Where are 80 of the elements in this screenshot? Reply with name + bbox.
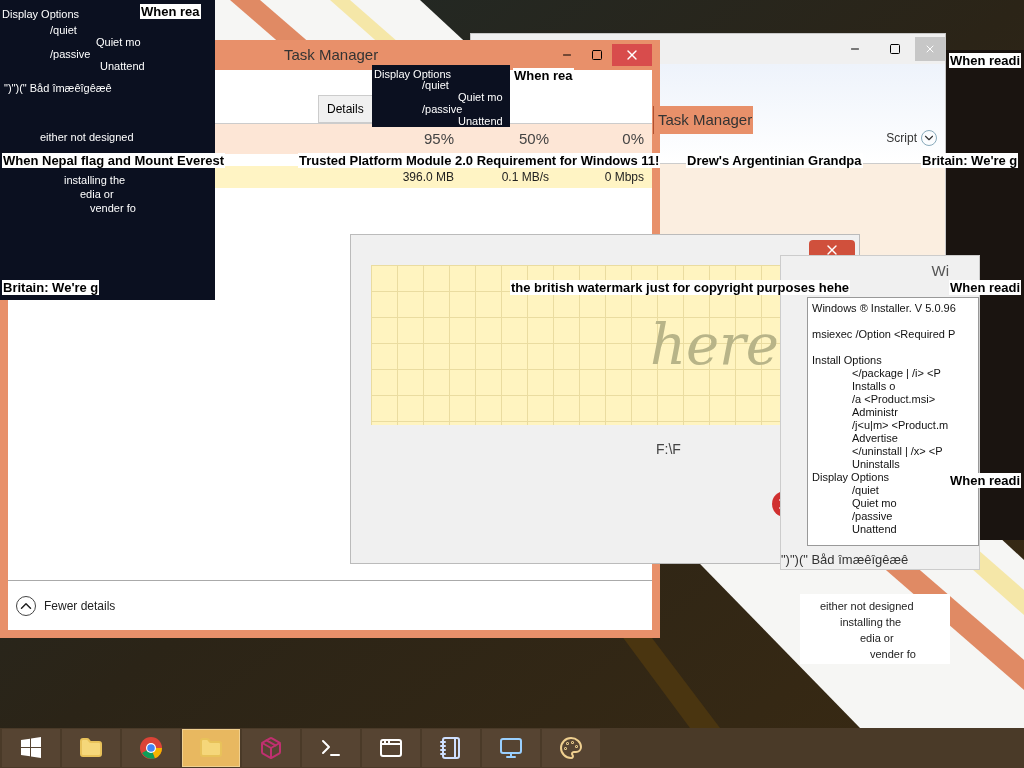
- garbled-text: ")")(" Båd îmæêîgêæê: [781, 550, 910, 569]
- palette-icon: [559, 736, 583, 760]
- window-title: Task Manager: [284, 44, 379, 65]
- glitch-text: /quiet: [50, 23, 77, 38]
- glitch-text: Display Options: [2, 7, 80, 22]
- glitch-text: installing the: [64, 173, 126, 188]
- glitch-text: edia or: [80, 187, 114, 202]
- glitch-text: vender fo: [90, 201, 136, 216]
- browser-icon: [139, 736, 163, 760]
- archive-icon: [259, 736, 283, 760]
- monitor-icon: [499, 736, 523, 760]
- help-line: Uninstalls: [851, 457, 900, 471]
- help-line: Install Options: [812, 353, 882, 367]
- glitch-text: /passive: [422, 103, 463, 117]
- glitch-text: Unattend: [458, 115, 503, 129]
- caption-text: When readi: [949, 473, 1022, 488]
- taskbar-button[interactable]: [362, 729, 420, 767]
- caption-text: Trusted Platform Module 2.0 Requirement for Windows 11!: [298, 153, 661, 168]
- taskbar-button[interactable]: [482, 729, 540, 767]
- column-header: 0%: [621, 128, 644, 149]
- title-strip: Task Manager: [653, 106, 753, 134]
- maximize-icon: [591, 49, 603, 61]
- help-line: Unattend: [851, 522, 897, 536]
- caption-text: When rea: [140, 4, 201, 19]
- caption-text: Drew's Argentinian Grandpa: [686, 153, 863, 168]
- maximize-icon: [889, 43, 901, 55]
- help-line: /quiet: [851, 483, 879, 497]
- table-cell-text: 0 Mbps: [603, 169, 644, 186]
- glitch-text: /quiet: [422, 79, 449, 93]
- glitch-text: ")")(" Båd îmæêîgêæê: [4, 81, 112, 96]
- taskbar-button[interactable]: [422, 729, 480, 767]
- glitch-text: Unattend: [100, 59, 145, 74]
- windows-logo-icon: [19, 736, 43, 760]
- help-line: Administr: [851, 405, 898, 419]
- help-line: Installs o: [851, 379, 896, 393]
- caption-text: When Nepal flag and Mount Everest: [2, 153, 226, 168]
- glitch-text: Quiet mo: [458, 90, 503, 105]
- caption-text: When readi: [949, 280, 1022, 295]
- help-line: msiexec /Option <Required P: [812, 327, 956, 341]
- close-icon: [924, 43, 936, 55]
- glitch-text: /passive: [50, 47, 91, 62]
- table-cell-text: 396.0 MB: [401, 169, 454, 186]
- table-cell-text: 0.1 MB/s: [500, 169, 549, 186]
- glitch-text: Display Options: [374, 67, 452, 82]
- help-line: </uninstall | /x> <P: [851, 444, 943, 458]
- caption-text: Britain: We're g: [921, 153, 1019, 168]
- caption-text: When rea: [513, 68, 574, 83]
- caption-text: Britain: We're g: [2, 280, 100, 295]
- glitch-text: edia or: [860, 631, 894, 646]
- taskbar-button[interactable]: [122, 729, 180, 767]
- glitch-text: Quiet mo: [96, 35, 141, 50]
- taskbar-button[interactable]: [302, 729, 360, 767]
- help-line: Windows ® Installer. V 5.0.96: [812, 301, 956, 315]
- caption-text: the british watermark just for copyright purposes hehe: [510, 280, 851, 295]
- tab[interactable]: Details: [318, 95, 373, 123]
- column-header: 50%: [517, 128, 549, 149]
- taskbar-button[interactable]: [2, 729, 60, 767]
- help-line: Advertise: [851, 431, 898, 445]
- glitch-text: either not designed: [40, 130, 134, 145]
- script-dropdown[interactable]: Script: [886, 129, 937, 147]
- help-line: Display Options: [812, 470, 890, 484]
- window-icon: [379, 736, 403, 760]
- folder-icon: [199, 736, 223, 760]
- help-line: /passive: [851, 509, 893, 523]
- column-header: 95%: [422, 128, 454, 149]
- help-line: /j<u|m> <Product.m: [851, 418, 949, 432]
- fewer-details-button[interactable]: Fewer details: [16, 595, 116, 616]
- notebook-icon: [439, 736, 463, 760]
- glitch-text: either not designed: [820, 599, 914, 614]
- folder-icon: [79, 736, 103, 760]
- taskbar-button[interactable]: [542, 729, 600, 767]
- caption-text: When readi: [949, 53, 1022, 68]
- help-line: /a <Product.msi>: [851, 392, 936, 406]
- dialog-title: Wi: [931, 261, 950, 281]
- help-line: </package | /i> <P: [851, 366, 941, 380]
- glitch-text: vender fo: [870, 647, 916, 662]
- handwriting-text: here: [649, 311, 779, 379]
- help-line: Quiet mo: [851, 496, 897, 510]
- glitch-text: installing the: [840, 615, 902, 630]
- taskbar-button[interactable]: [62, 729, 120, 767]
